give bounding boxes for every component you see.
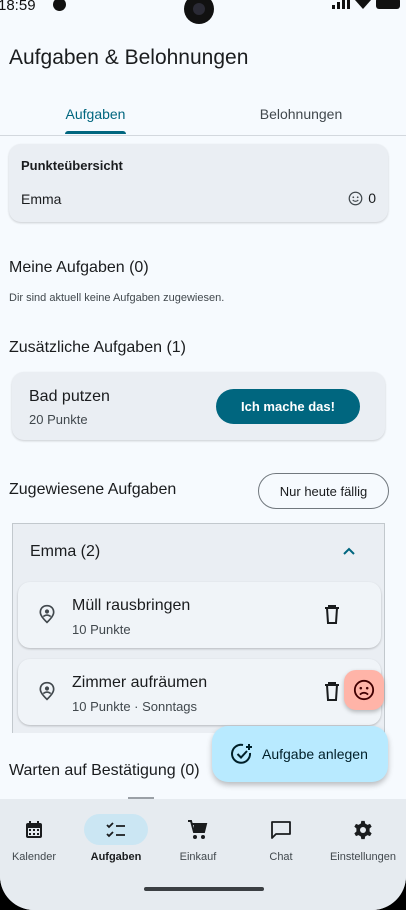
tab-indicator <box>65 131 126 134</box>
tab-bar: Aufgaben Belohnungen <box>0 92 406 136</box>
sad-face-icon <box>353 679 375 701</box>
battery-icon <box>376 0 400 9</box>
app-screen: 18:59 Aufgaben & Belohnungen Aufgaben Be… <box>0 0 406 910</box>
nav-label: Einstellungen <box>329 851 397 863</box>
smiley-icon <box>348 191 363 205</box>
signal-icon <box>332 0 350 9</box>
status-bar: 18:59 <box>0 0 406 24</box>
due-today-filter-button[interactable]: Nur heute fällig <box>258 473 389 509</box>
gear-icon <box>354 820 372 839</box>
nav-pill <box>84 814 148 845</box>
bottom-navigation: Kalender Aufgaben Einkauf Chat Einstellu… <box>0 799 406 910</box>
nav-item-kalender[interactable]: Kalender <box>0 799 75 879</box>
nav-pill <box>166 814 230 845</box>
nav-pill <box>249 814 313 845</box>
add-task-fab[interactable]: Aufgabe anlegen <box>212 726 388 782</box>
nav-label: Einkauf <box>179 851 217 863</box>
add-task-icon <box>231 743 252 764</box>
nav-item-chat[interactable]: Chat <box>240 799 322 879</box>
status-time: 18:59 <box>0 0 36 14</box>
nav-item-einkauf[interactable]: Einkauf <box>157 799 239 879</box>
nav-label: Kalender <box>11 851 57 863</box>
points-member-name: Emma <box>21 191 62 207</box>
task-name: Zimmer aufräumen <box>72 674 208 691</box>
tab-belohnungen[interactable]: Belohnungen <box>203 92 399 136</box>
person-pin-icon <box>39 604 55 624</box>
page-title: Aufgaben & Belohnungen <box>9 46 249 69</box>
nav-label: Chat <box>269 851 293 863</box>
extra-task-card: Bad putzen 20 Punkte Ich mache das! <box>12 372 385 440</box>
task-meta: 10 Punkte · Sonntags <box>72 699 198 714</box>
my-tasks-heading: Meine Aufgaben (0) <box>9 259 149 276</box>
sad-feedback-button[interactable] <box>344 670 384 710</box>
extra-tasks-heading: Zusätzliche Aufgaben (1) <box>9 339 186 356</box>
home-indicator[interactable] <box>144 887 264 891</box>
checklist-icon <box>106 821 125 837</box>
calendar-icon <box>26 820 42 838</box>
assigned-group-emma: Emma (2) Müll rausbringen 10 Punkte Zimm… <box>12 523 385 733</box>
nav-item-einstellungen[interactable]: Einstellungen <box>322 799 404 879</box>
nav-pill <box>2 814 66 845</box>
claim-task-button[interactable]: Ich mache das! <box>216 389 360 424</box>
my-tasks-empty-hint: Dir sind aktuell keine Aufgaben zugewies… <box>9 292 225 304</box>
system-icons <box>332 0 400 9</box>
wifi-icon <box>355 0 371 9</box>
tab-aufgaben[interactable]: Aufgaben <box>0 92 191 136</box>
notification-dot-icon <box>53 0 66 11</box>
points-overview-card: Punkteübersicht Emma 0 <box>9 144 388 222</box>
cart-icon <box>188 819 208 839</box>
person-pin-icon <box>39 681 55 701</box>
pending-heading: Warten auf Bestätigung (0) <box>9 762 200 779</box>
trash-icon[interactable] <box>323 604 341 624</box>
nav-item-aufgaben[interactable]: Aufgaben <box>75 799 157 879</box>
assigned-tasks-heading: Zugewiesene Aufgaben <box>9 481 177 498</box>
task-meta: 10 Punkte <box>72 622 131 637</box>
list-item[interactable]: Zimmer aufräumen 10 Punkte · Sonntags <box>18 659 381 725</box>
add-task-label: Aufgabe anlegen <box>262 746 368 762</box>
nav-label: Aufgaben <box>90 851 142 863</box>
points-value: 0 <box>368 190 376 206</box>
trash-icon[interactable] <box>323 681 341 701</box>
group-header-label[interactable]: Emma (2) <box>30 543 100 561</box>
front-camera <box>184 0 214 24</box>
points-title: Punkteübersicht <box>21 158 123 173</box>
task-name: Müll rausbringen <box>72 597 191 614</box>
points-score: 0 <box>348 190 376 206</box>
nav-pill <box>331 814 395 845</box>
chevron-up-icon[interactable] <box>340 544 358 558</box>
extra-task-name: Bad putzen <box>29 388 110 405</box>
chat-icon <box>271 820 291 839</box>
extra-task-points: 20 Punkte <box>29 412 88 427</box>
list-item[interactable]: Müll rausbringen 10 Punkte <box>18 582 381 648</box>
